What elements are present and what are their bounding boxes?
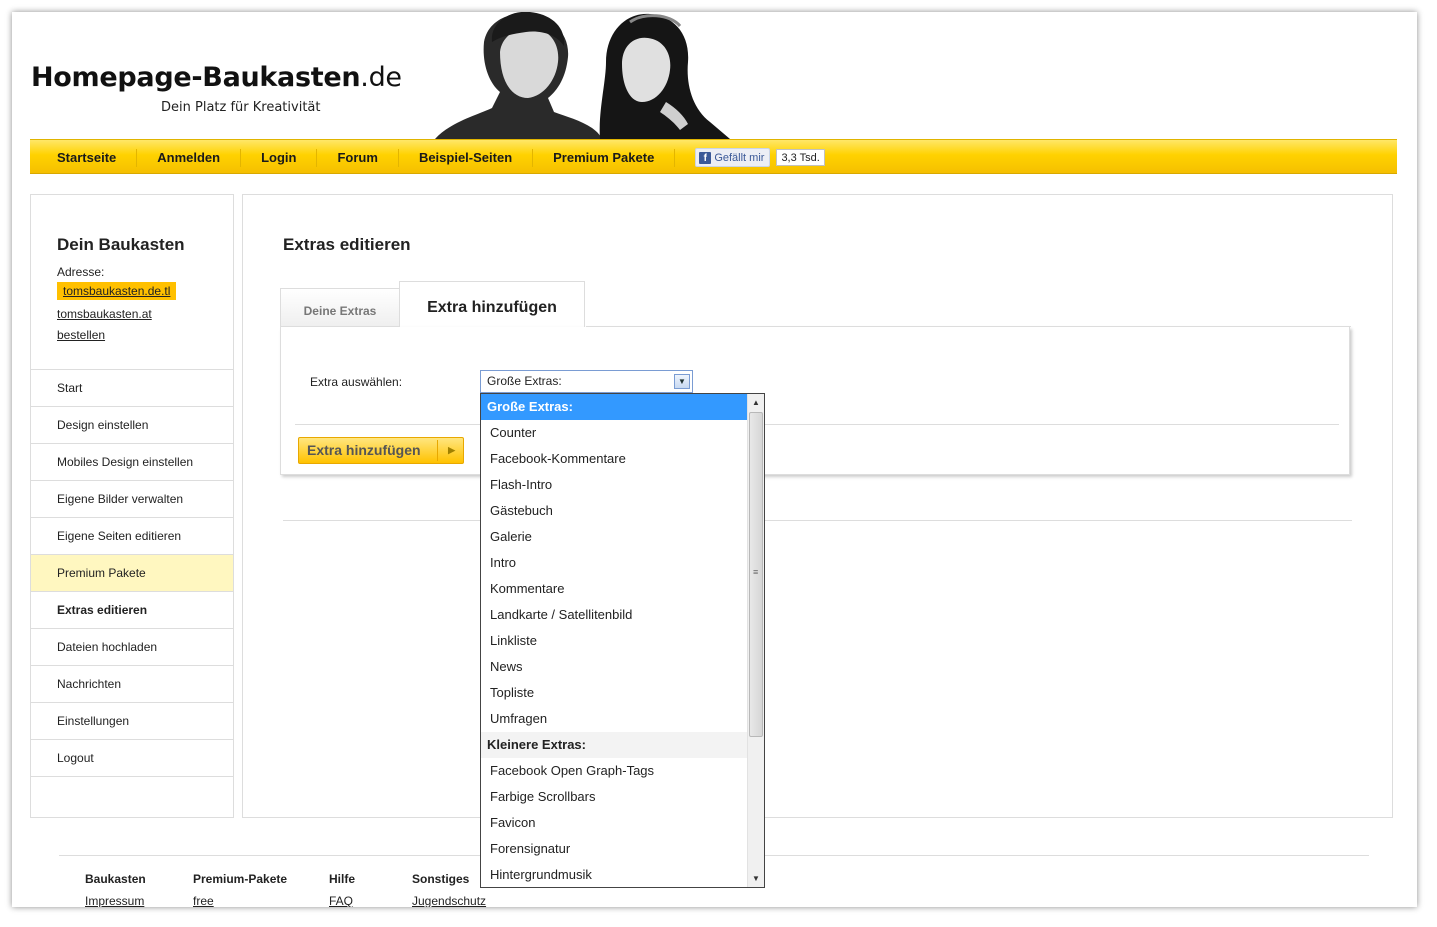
footer-heading: Premium-Pakete [193,872,288,886]
select-label: Extra auswählen: [310,375,403,389]
dropdown-option[interactable]: Gästebuch [481,498,748,524]
button-separator [437,440,438,461]
dropdown-option[interactable]: Hintergrundmusik [481,862,748,887]
add-extra-button[interactable]: Extra hinzufügen ▶ [298,437,464,464]
address-primary-link[interactable]: tomsbaukasten.de.tl [57,282,177,300]
add-extra-label: Extra hinzufügen [307,442,421,458]
sidebar-title: Dein Baukasten [57,235,185,254]
arrow-right-icon: ▶ [448,445,455,455]
header-photo [435,12,730,139]
address-secondary-link[interactable]: tomsbaukasten.at [57,307,152,321]
panel-top-border [281,326,399,327]
dropdown-option[interactable]: Umfragen [481,706,748,732]
dropdown-option[interactable]: Topliste [481,680,748,706]
sidebar-item-upload[interactable]: Dateien hochladen [31,629,233,666]
facebook-like-widget: f Gefällt mir 3,3 Tsd. [695,148,825,167]
order-link[interactable]: bestellen [57,328,105,342]
dropdown-scrollbar[interactable]: ▲ ≡ ▼ [747,394,764,887]
main-nav: Startseite Anmelden Login Forum Beispiel… [30,139,1397,174]
facebook-icon: f [699,151,712,164]
dropdown-option[interactable]: Landkarte / Satellitenbild [481,602,748,628]
divider [283,520,1352,521]
footer-heading: Baukasten [85,872,146,886]
dropdown-option[interactable]: Flash-Intro [481,472,748,498]
dropdown-group-header: Kleinere Extras: [481,732,748,758]
dropdown-option[interactable]: Favicon [481,810,748,836]
sidebar-item-extras[interactable]: Extras editieren [31,592,233,629]
tab-extra-hinzufuegen[interactable]: Extra hinzufügen [399,281,585,331]
sidebar-item-design[interactable]: Design einstellen [31,407,233,444]
dropdown-option[interactable]: Intro [481,550,748,576]
sidebar-item-settings[interactable]: Einstellungen [31,703,233,740]
dropdown-option[interactable]: Facebook-Kommentare [481,446,748,472]
nav-forum[interactable]: Forum [317,148,399,167]
dropdown-option[interactable]: News [481,654,748,680]
nav-anmelden[interactable]: Anmelden [137,148,242,167]
sidebar-item-start[interactable]: Start [31,370,233,407]
scrollbar-thumb[interactable]: ≡ [749,412,763,737]
page-title: Extras editieren [283,235,411,254]
footer-link-faq[interactable]: FAQ [329,894,355,907]
grip-icon: ≡ [753,567,759,577]
select-value: Große Extras: [487,374,562,388]
dropdown-group-highlighted[interactable]: Große Extras: [481,394,748,420]
footer-link-free[interactable]: free [193,894,287,907]
scroll-up-icon[interactable]: ▲ [748,394,764,411]
footer-heading: Hilfe [329,872,356,886]
sidebar-item-premium[interactable]: Premium Pakete [31,555,233,592]
footer-link-jugendschutz[interactable]: Jugendschutz [412,894,486,907]
sidebar-menu: Start Design einstellen Mobiles Design e… [31,369,233,777]
chevron-down-icon[interactable]: ▼ [674,374,690,389]
dropdown-option[interactable]: Galerie [481,524,748,550]
like-label: Gefällt mir [714,151,765,164]
sidebar: Dein Baukasten Adresse: tomsbaukasten.de… [30,194,234,818]
footer-link-impressum[interactable]: Impressum [85,894,146,907]
footer-col-hilfe: Hilfe FAQ [329,872,355,907]
sidebar-item-pages[interactable]: Eigene Seiten editieren [31,518,233,555]
footer-col-sonstiges: Sonstiges Jugendschutz [412,872,486,907]
extra-select-dropdown[interactable]: Große Extras: Counter Facebook-Kommentar… [480,393,765,888]
scroll-down-icon[interactable]: ▼ [748,870,764,887]
site-logo[interactable]: Homepage-Baukasten.de [31,62,402,93]
facebook-like-button[interactable]: f Gefällt mir [695,148,771,167]
tab-panel: Extra auswählen: Große Extras: ▼ Extra hi… [280,326,1351,475]
sidebar-item-mobile-design[interactable]: Mobiles Design einstellen [31,444,233,481]
divider [295,424,1339,425]
dropdown-option[interactable]: Kommentare [481,576,748,602]
sidebar-item-messages[interactable]: Nachrichten [31,666,233,703]
address-label: Adresse: [57,265,105,279]
tab-deine-extras[interactable]: Deine Extras [280,288,400,329]
footer-col-premium: Premium-Pakete free [193,872,287,907]
dropdown-list: Große Extras: Counter Facebook-Kommentar… [481,394,748,887]
dropdown-option[interactable]: Farbige Scrollbars [481,784,748,810]
panel-top-border [586,326,1351,327]
nav-premium-pakete[interactable]: Premium Pakete [533,148,676,167]
main-content: Extras editieren Deine Extras Extra hinz… [242,194,1393,818]
dropdown-option[interactable]: Counter [481,420,748,446]
site-tagline: Dein Platz für Kreativität [161,100,321,115]
nav-login[interactable]: Login [241,148,318,167]
sidebar-item-images[interactable]: Eigene Bilder verwalten [31,481,233,518]
sidebar-item-logout[interactable]: Logout [31,740,233,777]
nav-startseite[interactable]: Startseite [37,148,138,167]
like-count: 3,3 Tsd. [776,149,825,166]
footer-col-baukasten: Baukasten Impressum [85,872,146,907]
nav-beispiel-seiten[interactable]: Beispiel-Seiten [399,148,534,167]
dropdown-option[interactable]: Facebook Open Graph-Tags [481,758,748,784]
dropdown-option[interactable]: Linkliste [481,628,748,654]
footer-heading: Sonstiges [412,872,470,886]
logo-main: Homepage-Baukasten [31,62,361,93]
logo-tld: .de [360,62,402,93]
dropdown-option[interactable]: Forensignatur [481,836,748,862]
extra-select[interactable]: Große Extras: ▼ [480,370,693,393]
